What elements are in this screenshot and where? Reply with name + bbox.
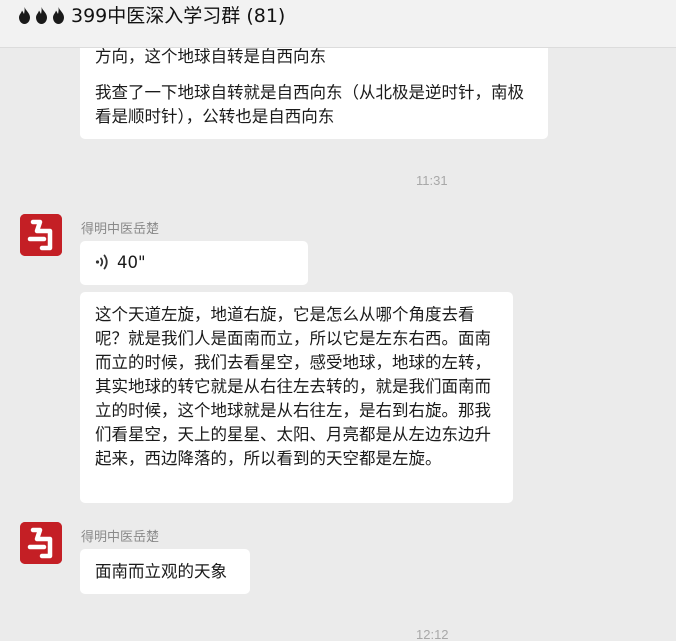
- message-text: 这个天道左旋，地道右旋，它是怎么从哪个角度去看呢？就是我们人是面南而立，所以它是…: [95, 305, 491, 468]
- avatar-logo: [20, 214, 62, 256]
- flame-icons: [18, 7, 69, 29]
- avatar-logo: [20, 522, 62, 564]
- flame-icon: [53, 7, 64, 24]
- message-text: 面南而立观的天象: [95, 562, 227, 581]
- sender-name: 得明中医岳楚: [81, 530, 160, 545]
- message-bubble[interactable]: 方向，这个地球自转是自西向东 我查了一下地球自转就是自西向东（从北极是逆时针，南…: [80, 48, 548, 139]
- message-text-clipped: 方向，这个地球自转是自西向东: [95, 48, 326, 66]
- avatar[interactable]: [20, 522, 62, 564]
- scrollbar[interactable]: [672, 48, 676, 641]
- chat-area[interactable]: 方向，这个地球自转是自西向东 我查了一下地球自转就是自西向东（从北极是逆时针，南…: [0, 48, 676, 641]
- group-title[interactable]: 399中医深入学习群 (81): [18, 5, 285, 29]
- avatar[interactable]: [20, 214, 62, 256]
- message-text: 我查了一下地球自转就是自西向东（从北极是逆时针，南极看是顺时针），公转也是自西向…: [95, 83, 524, 126]
- message-bubble[interactable]: 这个天道左旋，地道右旋，它是怎么从哪个角度去看呢？就是我们人是面南而立，所以它是…: [80, 292, 513, 503]
- voice-wave-icon: [95, 253, 109, 277]
- message-bubble[interactable]: 面南而立观的天象: [80, 549, 250, 594]
- timestamp: 12:12: [416, 627, 449, 641]
- flame-icon: [36, 7, 47, 24]
- chat-header: 399中医深入学习群 (81): [0, 0, 676, 48]
- voice-duration: 40": [117, 253, 146, 272]
- member-count: (81): [246, 5, 286, 27]
- voice-message[interactable]: 40": [80, 241, 308, 285]
- sender-name: 得明中医岳楚: [81, 222, 160, 237]
- flame-icon: [19, 7, 30, 24]
- timestamp: 11:31: [416, 173, 448, 188]
- group-name: 399中医深入学习群: [71, 5, 241, 27]
